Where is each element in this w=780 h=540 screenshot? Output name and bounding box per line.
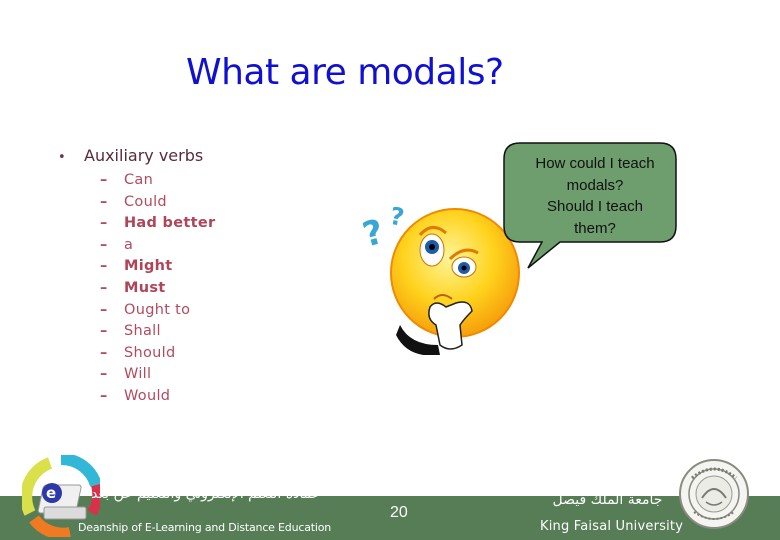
modal-list-item: – Shall xyxy=(100,321,215,343)
bullet-auxiliary-verbs: • Auxiliary verbs xyxy=(58,146,203,165)
university-seal-icon xyxy=(678,458,750,530)
modal-list-item: – Can xyxy=(100,170,215,192)
modal-list-item: – Would xyxy=(100,386,215,408)
dash-marker: – xyxy=(100,366,108,383)
dash-marker: – xyxy=(100,215,108,232)
dash-marker: – xyxy=(100,279,108,296)
dash-marker: – xyxy=(100,236,108,253)
dash-marker: – xyxy=(100,323,108,340)
speech-bubble-line: modals? xyxy=(566,176,624,194)
modal-list-item-text: Must xyxy=(124,279,166,296)
modal-list: – Can – Could – Had better – a – Might – Must – Ought… xyxy=(100,170,215,408)
bullet-marker: • xyxy=(58,150,66,165)
modal-list-item: – Had better xyxy=(100,213,215,235)
deanship-name-arabic: عمادة التعلم الإلكتروني والتعليم عن بعد xyxy=(91,486,320,502)
modal-list-item: – Should xyxy=(100,343,215,365)
modal-list-item-text: Should xyxy=(124,344,176,361)
speech-bubble-line: them? xyxy=(574,219,616,237)
dash-marker: – xyxy=(100,258,108,275)
modal-list-item: – Must xyxy=(100,278,215,300)
deanship-name-english: Deanship of E-Learning and Distance Educ… xyxy=(78,521,332,534)
modal-list-item: – Ought to xyxy=(100,300,215,322)
dash-marker: – xyxy=(100,193,108,210)
modal-list-item-text: a xyxy=(124,236,134,253)
university-name-english: King Faisal University xyxy=(540,519,684,534)
modal-list-item: – Will xyxy=(100,364,215,386)
modal-list-item-text: Shall xyxy=(124,323,161,340)
modal-list-item: – Could xyxy=(100,192,215,214)
modal-list-item-text: Will xyxy=(124,366,152,383)
modal-list-item: – Might xyxy=(100,256,215,278)
dash-marker: – xyxy=(100,387,108,404)
modal-list-item-text: Ought to xyxy=(124,301,191,318)
bullet-label: Auxiliary verbs xyxy=(84,146,204,165)
svg-text:e: e xyxy=(46,484,56,502)
dash-marker: – xyxy=(100,301,108,318)
modal-list-item-text: Might xyxy=(124,258,173,275)
university-name-arabic: جامعة الملك فيصل xyxy=(552,492,663,508)
slide: What are modals? • Auxiliary verbs – Can – C… xyxy=(0,0,780,540)
modal-list-item-text: Could xyxy=(124,193,167,210)
svg-text:?: ? xyxy=(388,202,407,232)
modal-list-item-text: Would xyxy=(124,387,171,404)
dash-marker: – xyxy=(100,172,108,188)
speech-bubble: How could I teach modals? Should I teach th… xyxy=(500,140,680,280)
speech-bubble-text: How could I teach modals? Should I teach th… xyxy=(512,153,678,239)
page-number: 20 xyxy=(390,504,408,521)
dash-marker: – xyxy=(100,344,108,361)
modal-list-item: – a xyxy=(100,235,215,257)
speech-bubble-line: Should I teach xyxy=(547,198,643,215)
modal-list-item-text: Can xyxy=(124,172,154,188)
svg-text:?: ? xyxy=(360,212,388,256)
speech-bubble-line: How could I teach xyxy=(535,155,655,172)
slide-title: What are modals? xyxy=(186,52,504,93)
modal-list-item-text: Had better xyxy=(124,215,216,232)
